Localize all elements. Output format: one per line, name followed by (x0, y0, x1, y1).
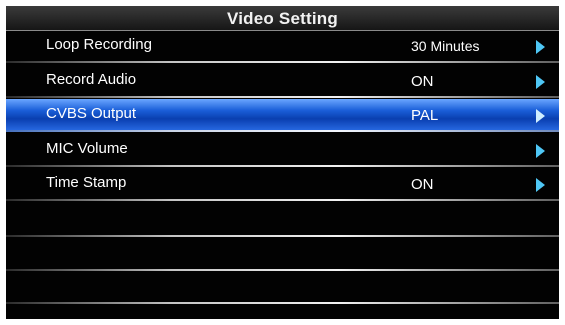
row-divider (6, 61, 559, 63)
menu-title-bar: Video Setting (6, 6, 559, 31)
row-divider (6, 165, 559, 167)
chevron-right-icon[interactable] (536, 75, 545, 89)
empty-row-divider (6, 269, 559, 271)
chevron-right-icon[interactable] (536, 109, 545, 123)
menu-item-value: PAL (411, 107, 439, 124)
menu-item-cvbs-output[interactable]: CVBS Output PAL (6, 99, 559, 132)
chevron-right-icon[interactable] (536, 40, 545, 54)
menu-item-label: CVBS Output (46, 105, 137, 122)
row-divider (6, 130, 559, 132)
menu-item-label: Time Stamp (46, 174, 127, 191)
menu-title: Video Setting (227, 9, 338, 28)
menu-item-loop-recording[interactable]: Loop Recording 30 Minutes (6, 30, 559, 63)
chevron-right-icon[interactable] (536, 144, 545, 158)
menu-item-mic-volume[interactable]: MIC Volume (6, 134, 559, 167)
menu-item-value: ON (411, 176, 434, 193)
empty-row-divider (6, 302, 559, 304)
menu-item-record-audio[interactable]: Record Audio ON (6, 65, 559, 98)
menu-item-time-stamp[interactable]: Time Stamp ON (6, 168, 559, 201)
menu-item-value: 30 Minutes (411, 38, 480, 54)
menu-item-label: MIC Volume (46, 140, 128, 157)
row-divider (6, 199, 559, 201)
menu-item-label: Record Audio (46, 71, 137, 88)
row-divider (6, 96, 559, 98)
camera-menu-screen: Video Setting Loop Recording 30 Minutes … (6, 6, 559, 319)
menu-item-label: Loop Recording (46, 36, 152, 53)
menu-item-value: ON (411, 73, 434, 90)
empty-row-divider (6, 235, 559, 237)
chevron-right-icon[interactable] (536, 178, 545, 192)
